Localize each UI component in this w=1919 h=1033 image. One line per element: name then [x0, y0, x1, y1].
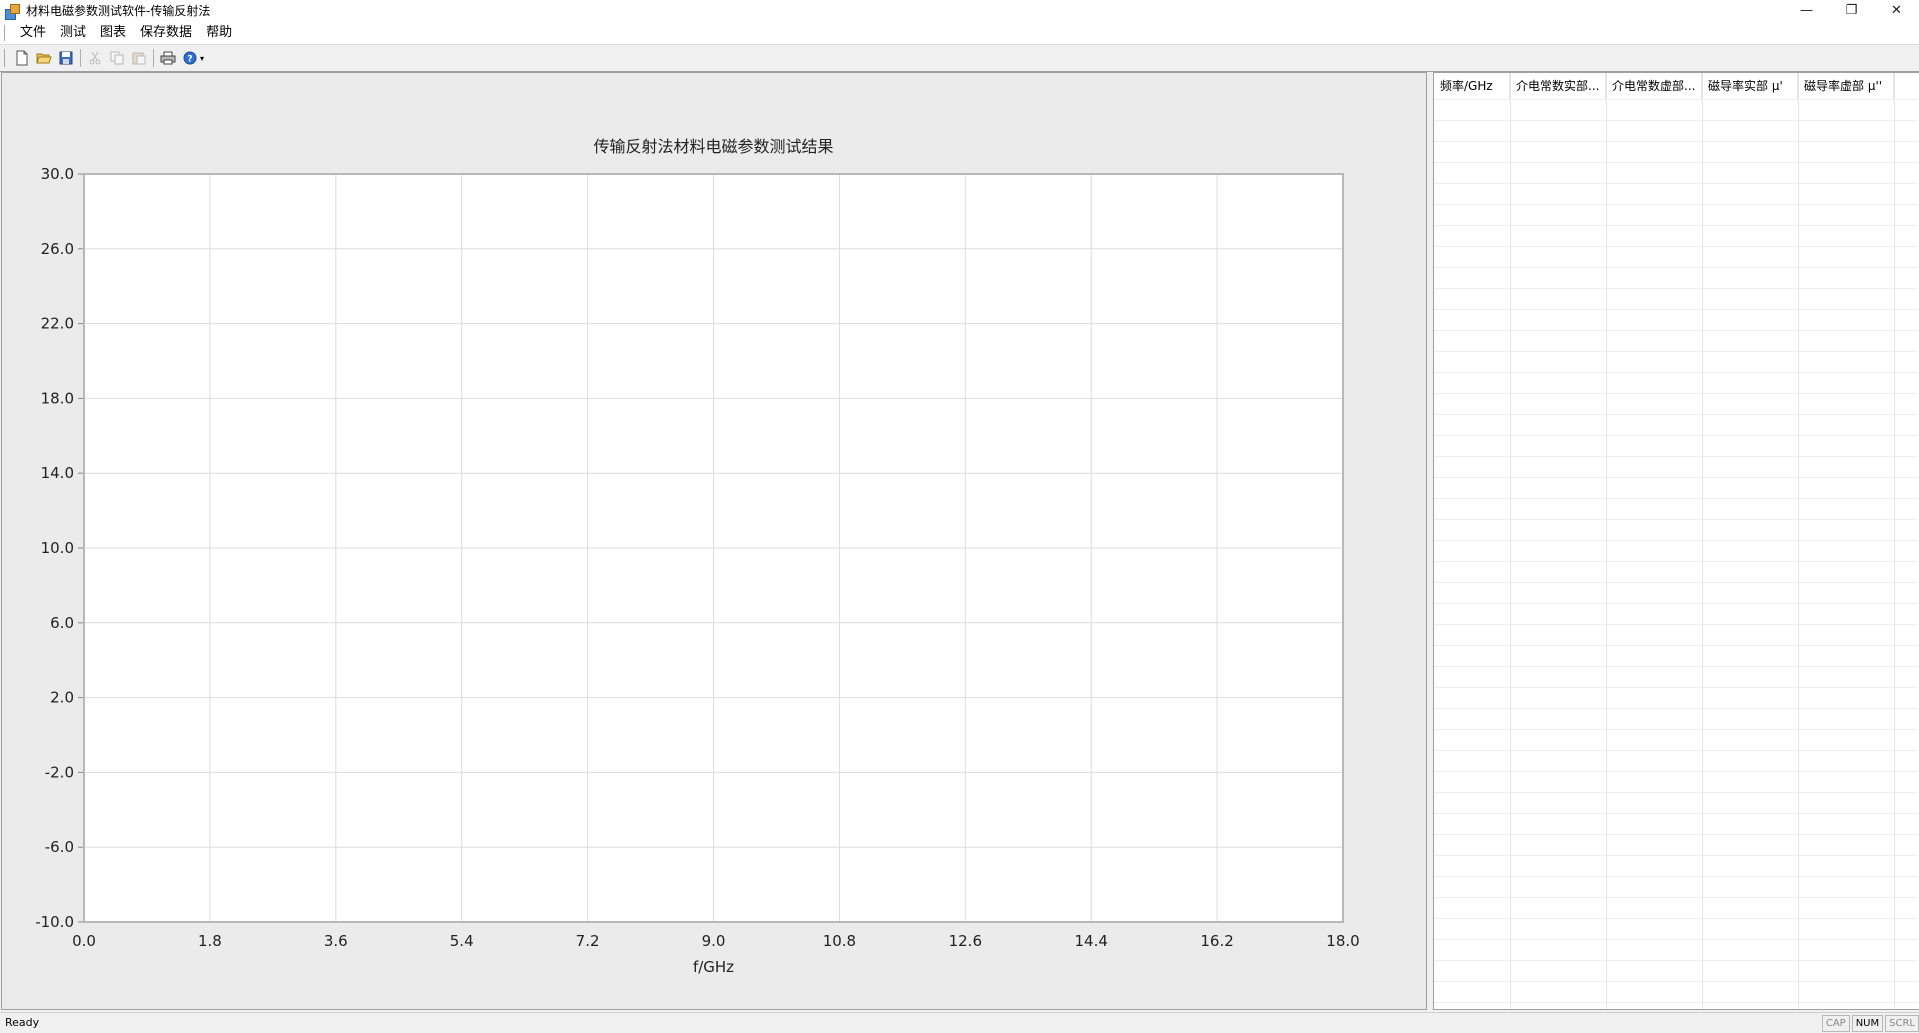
window-controls: — ❐ ✕	[1784, 0, 1919, 21]
y-tick-label: 18.0	[41, 389, 74, 407]
y-tick-label: 10.0	[41, 539, 74, 557]
menu-test[interactable]: 测试	[53, 21, 93, 44]
column-header-permittivity-real[interactable]: 介电常数实部...	[1510, 73, 1606, 99]
print-button[interactable]	[157, 47, 179, 69]
column-header-permeability-imag[interactable]: 磁导率虚部 μ''	[1798, 73, 1894, 99]
new-file-button[interactable]	[11, 47, 33, 69]
x-tick-label: 9.0	[702, 932, 726, 950]
print-icon	[160, 51, 176, 65]
x-tick-label: 0.0	[72, 932, 96, 950]
scroll-lock-indicator: SCRL	[1885, 1015, 1919, 1032]
restore-button[interactable]: ❐	[1829, 0, 1874, 21]
menu-file[interactable]: 文件	[13, 21, 53, 44]
close-button[interactable]: ✕	[1874, 0, 1919, 21]
x-tick-label: 3.6	[324, 932, 348, 950]
y-tick-label: -10.0	[35, 913, 74, 931]
panel-splitter[interactable]	[1428, 72, 1432, 1010]
y-tick-label: 2.0	[50, 689, 74, 707]
table-header: 频率/GHz 介电常数实部... 介电常数虚部... 磁导率实部 μ' 磁导率虚…	[1434, 73, 1894, 99]
y-tick-label: 14.0	[41, 464, 74, 482]
x-axis-label: f/GHz	[693, 958, 734, 976]
data-table: 频率/GHz 介电常数实部... 介电常数虚部... 磁导率实部 μ' 磁导率虚…	[1433, 72, 1919, 1010]
new-file-icon	[16, 50, 28, 66]
chart-title: 传输反射法材料电磁参数测试结果	[593, 137, 833, 156]
save-button[interactable]	[55, 47, 77, 69]
x-tick-label: 7.2	[576, 932, 600, 950]
chart: 0.0 1.8 3.6 5.4 7.2 9.0 10.8 12.6 14.4 16.2 18.0 30…	[35, 137, 1360, 976]
chart-panel: 0.0 1.8 3.6 5.4 7.2 9.0 10.8 12.6 14.4 16.2 18.0 30…	[1, 72, 1427, 1010]
y-tick-label: -6.0	[45, 838, 74, 856]
toolbar-separator	[80, 49, 81, 67]
help-icon: ?	[183, 51, 197, 65]
column-header-permeability-real[interactable]: 磁导率实部 μ'	[1702, 73, 1798, 99]
svg-text:?: ?	[187, 55, 192, 65]
x-tick-label: 1.8	[198, 932, 222, 950]
status-text: Ready	[5, 1016, 40, 1029]
menu-chart[interactable]: 图表	[93, 21, 133, 44]
menubar-grip	[4, 24, 7, 41]
status-indicators: CAP NUM SCRL	[1820, 1015, 1919, 1032]
menu-bar: 文件 测试 图表 保存数据 帮助	[0, 21, 1919, 45]
table-grid-lines	[1434, 73, 1918, 1009]
column-header-permittivity-imag[interactable]: 介电常数虚部...	[1606, 73, 1702, 99]
paste-button[interactable]	[128, 47, 150, 69]
app-icon	[4, 3, 20, 20]
open-file-button[interactable]	[33, 47, 55, 69]
toolbar-grip	[4, 49, 7, 67]
y-tick-label: 22.0	[41, 315, 74, 333]
y-tick-label: 26.0	[41, 240, 74, 258]
open-folder-icon	[36, 53, 52, 64]
window-title: 材料电磁参数测试软件-传输反射法	[26, 4, 211, 18]
x-tick-label: 16.2	[1200, 932, 1233, 950]
x-tick-label: 10.8	[823, 932, 856, 950]
help-dropdown-arrow[interactable]: ▾	[197, 54, 207, 63]
y-tick-label: -2.0	[45, 763, 74, 781]
column-header-frequency[interactable]: 频率/GHz	[1434, 73, 1510, 99]
y-tick-label: 6.0	[50, 614, 74, 632]
toolbar-separator	[153, 49, 154, 67]
copy-icon	[110, 51, 124, 65]
caps-lock-indicator: CAP	[1821, 1015, 1850, 1032]
minimize-button[interactable]: —	[1784, 0, 1829, 21]
cut-button[interactable]	[84, 47, 106, 69]
menu-help[interactable]: 帮助	[199, 21, 239, 44]
x-tick-label: 18.0	[1326, 932, 1359, 950]
x-tick-label: 5.4	[450, 932, 474, 950]
cut-icon	[89, 51, 101, 65]
toolbar: ? ▾	[0, 45, 1919, 72]
y-tick-label: 30.0	[41, 165, 74, 183]
title-bar: 材料电磁参数测试软件-传输反射法 — ❐ ✕	[0, 0, 1919, 21]
num-lock-indicator: NUM	[1851, 1015, 1884, 1032]
x-tick-label: 14.4	[1074, 932, 1107, 950]
copy-button[interactable]	[106, 47, 128, 69]
menu-save-data[interactable]: 保存数据	[133, 21, 199, 44]
x-tick-label: 12.6	[949, 932, 982, 950]
status-bar: Ready CAP NUM SCRL	[0, 1012, 1919, 1033]
save-icon	[59, 51, 73, 65]
paste-icon	[132, 52, 146, 65]
